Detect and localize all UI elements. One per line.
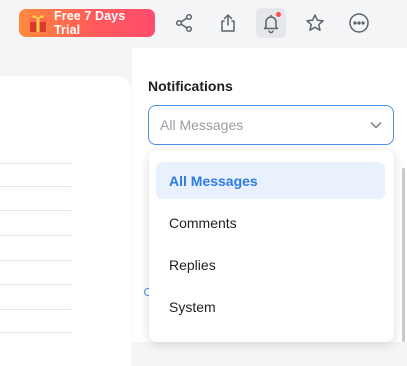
content-card [0,76,131,366]
select-value: All Messages [160,117,244,133]
option-all-messages[interactable]: All Messages [156,162,385,199]
more-icon [349,13,369,33]
trial-label: Free 7 Days Trial [54,9,126,37]
option-comments[interactable]: Comments [156,204,385,241]
filter-dropdown: All Messages Comments Replies System [149,150,394,342]
gift-icon [29,15,47,32]
divider [0,186,71,187]
share-icon [175,13,193,33]
notification-badge [276,12,281,17]
divider [0,210,71,211]
divider [0,332,71,333]
option-replies[interactable]: Replies [156,246,385,283]
option-system[interactable]: System [156,288,385,325]
notifications-panel: Notifications All Messages All Messages … [132,48,407,342]
notifications-button[interactable] [256,8,286,38]
upload-icon [221,14,235,32]
upload-button[interactable] [213,8,243,38]
divider [0,260,71,261]
more-button[interactable] [344,8,374,38]
message-filter-select[interactable]: All Messages [148,105,394,145]
star-icon [306,14,324,31]
favorite-button[interactable] [300,8,330,38]
divider [0,284,71,285]
divider [0,309,71,310]
share-button[interactable] [169,8,199,38]
chevron-down-icon [370,122,382,129]
free-trial-button[interactable]: Free 7 Days Trial [19,9,155,37]
top-toolbar: Free 7 Days Trial [0,0,407,48]
divider [0,163,71,164]
notifications-title: Notifications [148,78,233,94]
scrollbar[interactable] [402,168,405,342]
divider [0,235,71,236]
